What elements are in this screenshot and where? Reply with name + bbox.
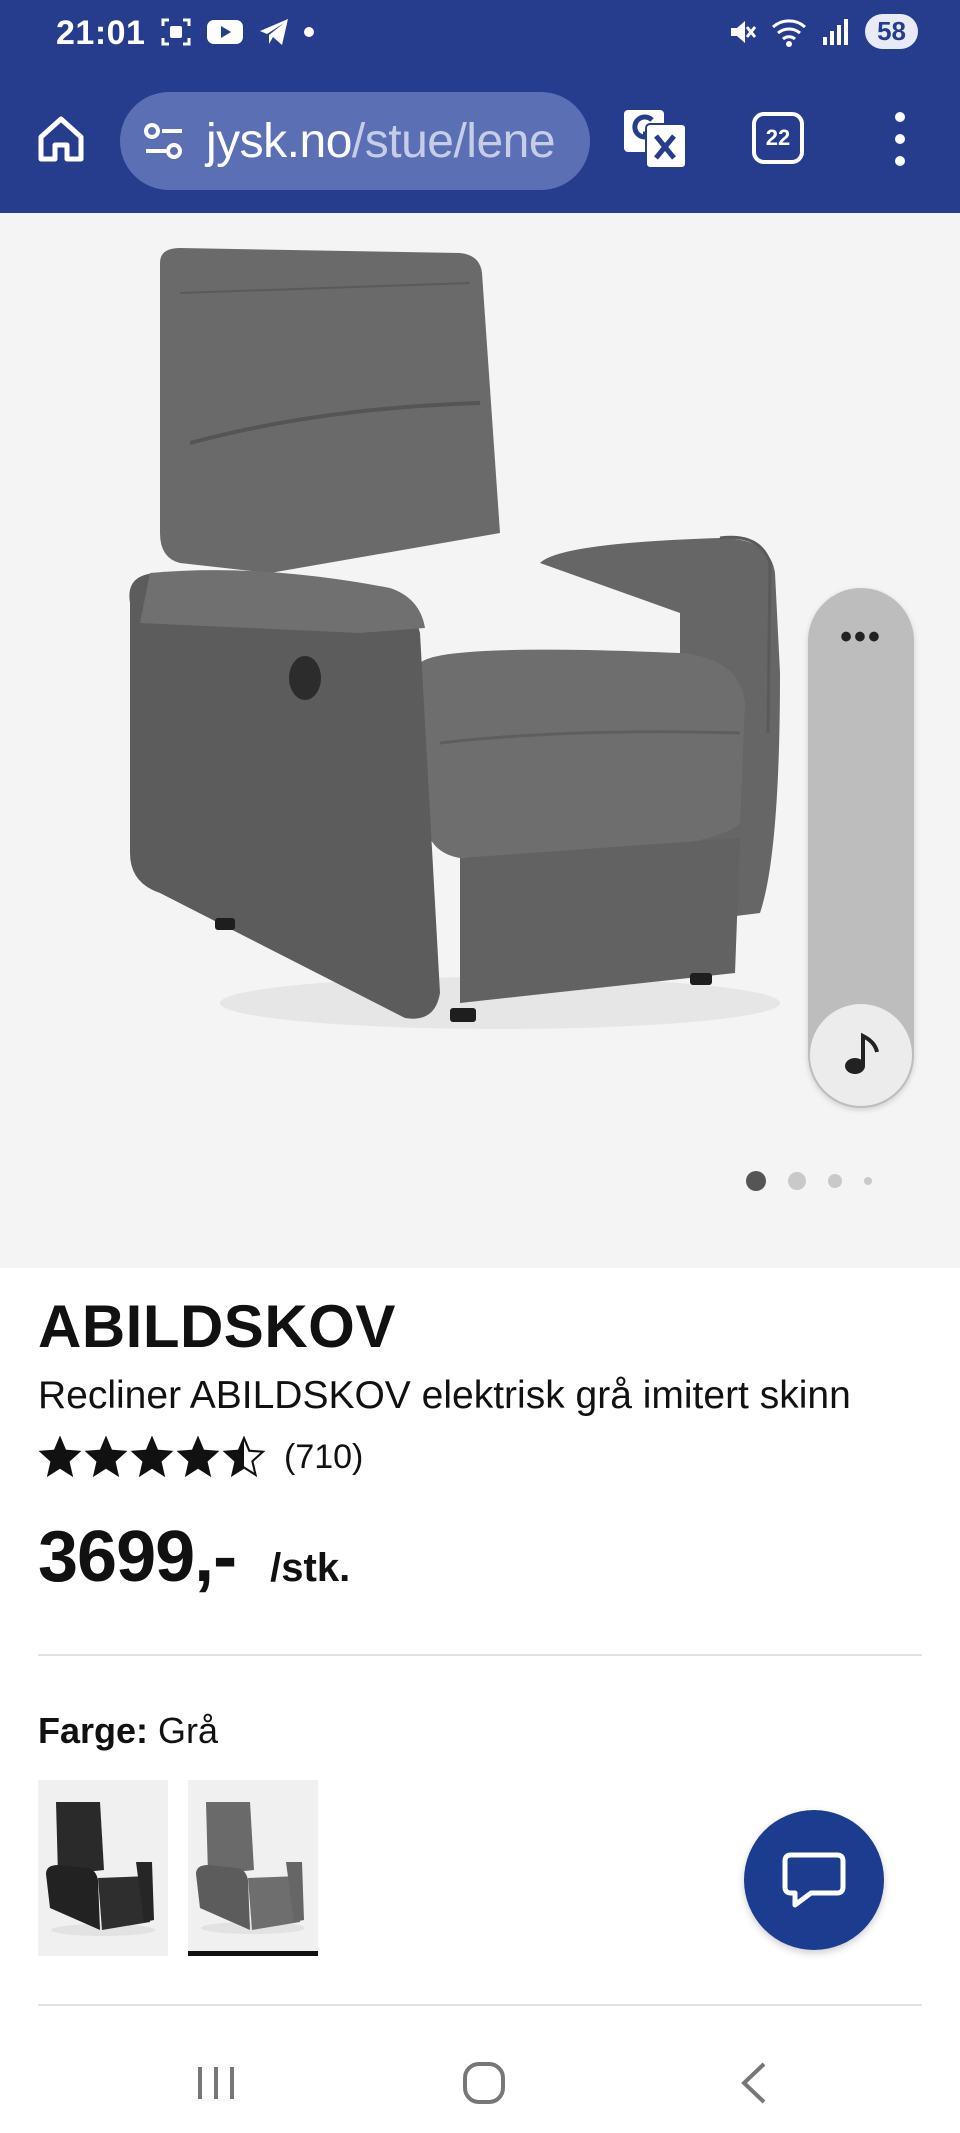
status-icons-left [160, 16, 314, 48]
music-note-icon [845, 1032, 879, 1074]
pager-dot[interactable] [864, 1177, 872, 1185]
chat-button[interactable] [744, 1810, 884, 1950]
url-text: jysk.no/stue/lene [206, 114, 556, 169]
url-bar[interactable]: jysk.no/stue/lene [120, 92, 590, 190]
screenshot-icon [161, 18, 191, 46]
rating-stars [38, 1436, 266, 1478]
edge-panel[interactable]: ••• [808, 588, 914, 1108]
status-bar: 21:01 58 [0, 0, 960, 70]
price-unit: /stk. [270, 1546, 351, 1590]
battery-indicator: 58 [865, 14, 918, 49]
colour-selection-label: Farge: Grå [38, 1710, 218, 1752]
product-brand: ABILDSKOV [38, 1293, 396, 1360]
status-icons-right: 58 [727, 14, 918, 49]
wifi-icon [772, 18, 807, 47]
star-icon [176, 1436, 220, 1478]
product-image [129, 248, 780, 1029]
star-icon [38, 1436, 82, 1478]
pager-dot[interactable] [788, 1172, 806, 1190]
site-settings-button[interactable] [136, 113, 192, 169]
swatch-black-image [46, 1802, 155, 1936]
browser-chrome: 21:01 58 jysk.no/stue/lene 22 [0, 0, 960, 213]
recent-apps-button[interactable] [176, 2048, 256, 2118]
more-menu-button[interactable] [880, 104, 920, 174]
star-icon [130, 1436, 174, 1478]
price-row: 3699,- /stk. [38, 1516, 350, 1598]
menu-dot [895, 134, 905, 144]
menu-dot [895, 112, 905, 122]
product-name: Recliner ABILDSKOV elektrisk grå imitert… [38, 1374, 851, 1417]
mute-icon [731, 20, 757, 43]
tabs-button[interactable]: 22 [752, 112, 804, 164]
home-circle-icon [463, 2062, 505, 2104]
product-gallery[interactable]: ••• [0, 213, 960, 1268]
url-path: /stue/lene [351, 114, 556, 168]
star-icon [222, 1436, 266, 1478]
swatch-grey-image [196, 1802, 305, 1934]
colour-swatch-black[interactable] [38, 1780, 168, 1956]
divider [38, 1654, 922, 1656]
back-button[interactable] [714, 2048, 794, 2118]
gallery-pager [746, 1171, 872, 1191]
home-button[interactable] [30, 108, 92, 170]
telegram-icon [260, 19, 288, 45]
menu-dot [895, 156, 905, 166]
price: 3699,- [38, 1517, 237, 1597]
signal-icon [823, 18, 849, 45]
edge-panel-more-button[interactable]: ••• [808, 618, 914, 657]
pager-dot[interactable] [828, 1174, 842, 1188]
status-time: 21:01 [56, 14, 146, 52]
chat-bubble-icon [782, 1852, 846, 1908]
colour-swatch-grey[interactable] [188, 1780, 318, 1956]
divider [38, 2004, 922, 2006]
home-nav-button[interactable] [444, 2048, 524, 2118]
rating-count: (710) [284, 1437, 364, 1476]
edge-panel-music-button[interactable] [810, 1004, 912, 1106]
tune-icon [144, 123, 182, 159]
rating[interactable]: (710) [38, 1436, 363, 1478]
translate-icon [624, 110, 687, 169]
page: 21:01 58 jysk.no/stue/lene 22 ••• ABILDS… [0, 0, 960, 2133]
translate-button[interactable] [622, 108, 688, 170]
pager-dot[interactable] [746, 1171, 766, 1191]
colour-label: Farge: [38, 1710, 149, 1751]
browser-toolbar: jysk.no/stue/lene 22 [0, 90, 960, 190]
notification-dot-icon [304, 27, 314, 37]
youtube-icon [207, 20, 243, 44]
star-icon [84, 1436, 128, 1478]
home-icon [38, 116, 84, 162]
recent-apps-icon [198, 2067, 234, 2099]
url-host: jysk.no [206, 114, 352, 168]
back-arrow-icon [741, 2062, 766, 2104]
system-nav-bar [0, 2030, 960, 2133]
colour-value: Grå [158, 1710, 219, 1751]
